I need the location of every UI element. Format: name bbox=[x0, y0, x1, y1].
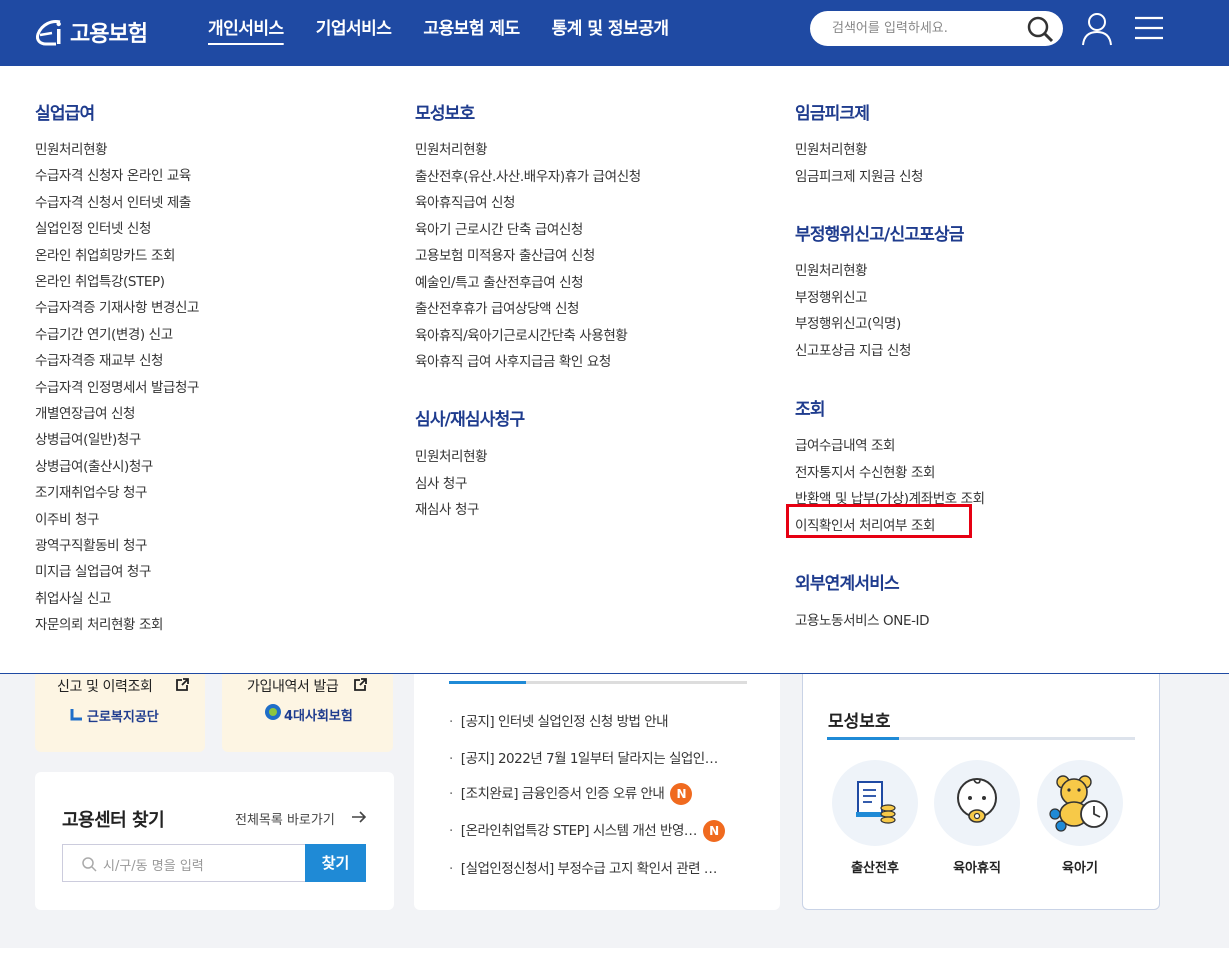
menu-link[interactable]: 실업인정 인터넷 신청 bbox=[35, 217, 151, 237]
menu-link[interactable]: 신고포상금 지급 신청 bbox=[795, 339, 911, 359]
nav-insurance-system[interactable]: 고용보험 제도 bbox=[423, 0, 520, 66]
menu-link[interactable]: 예술인/특고 출산전후급여 신청 bbox=[415, 271, 584, 291]
menu-title-col3c[interactable]: 조회 bbox=[795, 395, 825, 420]
menu-link[interactable]: 수급자격증 기재사항 변경신고 bbox=[35, 296, 199, 316]
notice-item[interactable]: [실업인정신청서] 부정수급 고지 확인서 관련 … bbox=[449, 857, 718, 877]
center-search-field[interactable]: 시/구/동 명을 입력 bbox=[62, 844, 305, 882]
maternity-leave-button[interactable] bbox=[934, 760, 1020, 846]
document-coins-icon bbox=[856, 781, 896, 824]
menu-link[interactable]: 민원처리현황 bbox=[415, 445, 488, 465]
shortcut-label: 가입내역서 발급 bbox=[247, 679, 339, 695]
menu-link[interactable]: 임금피크제 지원금 신청 bbox=[795, 165, 923, 185]
notice-item[interactable]: [공지] 2022년 7월 1일부터 달라지는 실업인… bbox=[449, 747, 718, 767]
menu-link[interactable]: 부정행위신고(익명) bbox=[795, 312, 901, 332]
menu-link[interactable]: 상병급여(일반)청구 bbox=[35, 428, 141, 448]
external-link-icon bbox=[354, 678, 367, 691]
nav-corporate-service[interactable]: 기업서비스 bbox=[316, 0, 392, 66]
hamburger-menu-icon[interactable] bbox=[1135, 15, 1163, 41]
4insure-logo-icon bbox=[265, 704, 281, 720]
menu-link[interactable]: 고용보험 미적용자 출산급여 신청 bbox=[415, 244, 595, 264]
menu-link[interactable]: 미지급 실업급여 청구 bbox=[35, 560, 151, 580]
maternity-title: 모성보호 bbox=[828, 712, 891, 732]
menu-title-col2a[interactable]: 모성보호 bbox=[415, 99, 475, 124]
menu-link[interactable]: 육아기 근로시간 단축 급여신청 bbox=[415, 218, 583, 238]
menu-link[interactable]: 수급자격 인정명세서 발급청구 bbox=[35, 376, 199, 396]
notice-item[interactable]: [조치완료] 금융인증서 인증 오류 안내N bbox=[449, 782, 693, 805]
logo-mark-icon bbox=[36, 20, 61, 46]
menu-link[interactable]: 광역구직활동비 청구 bbox=[35, 534, 147, 554]
baby-face-icon bbox=[957, 778, 997, 823]
all-list-link[interactable]: 전체목록 바로가기 bbox=[235, 809, 335, 828]
menu-link[interactable]: 수급자격 신청자 온라인 교육 bbox=[35, 164, 191, 184]
nav-personal-service[interactable]: 개인서비스 bbox=[208, 0, 284, 66]
menu-title-col2b[interactable]: 심사/재심사청구 bbox=[415, 405, 525, 430]
search-icon[interactable] bbox=[1025, 14, 1055, 44]
menu-link[interactable]: 온라인 취업희망카드 조회 bbox=[35, 244, 175, 264]
header: 고용보험 개인서비스 기업서비스 고용보험 제도 통계 및 정보공개 bbox=[0, 0, 1229, 66]
menu-link[interactable]: 민원처리현황 bbox=[795, 138, 868, 158]
menu-link[interactable]: 자문의뢰 처리현황 조회 bbox=[35, 613, 163, 633]
job-center-card: 고용센터 찾기 전체목록 바로가기 시/구/동 명을 입력 찾기 bbox=[35, 772, 394, 910]
menu-link[interactable]: 전자통지서 수신현황 조회 bbox=[795, 461, 935, 481]
new-badge: N bbox=[670, 783, 693, 805]
comwel-logo-icon bbox=[70, 709, 82, 721]
menu-link[interactable]: 수급기간 연기(변경) 신고 bbox=[35, 323, 173, 343]
nav-statistics[interactable]: 통계 및 정보공개 bbox=[552, 0, 669, 66]
menu-link[interactable]: 조기재취업수당 청구 bbox=[35, 481, 147, 501]
notice-item[interactable]: [온라인취업특강 STEP] 시스템 개선 반영…N bbox=[449, 819, 725, 842]
shortcut-org: 근로복지공단 bbox=[87, 710, 159, 725]
maternity-item-label: 육아휴직 bbox=[953, 861, 1001, 876]
footer-strip bbox=[0, 948, 1229, 963]
maternity-rule-accent bbox=[827, 737, 899, 740]
menu-link[interactable]: 개별연장급여 신청 bbox=[35, 402, 135, 422]
search-box bbox=[810, 11, 1063, 46]
menu-link[interactable]: 출산전후휴가 급여상당액 신청 bbox=[415, 297, 579, 317]
maternity-item-label: 육아기 bbox=[1062, 861, 1098, 876]
global-nav: 개인서비스 기업서비스 고용보험 제도 통계 및 정보공개 bbox=[208, 0, 701, 66]
menu-link[interactable]: 심사 청구 bbox=[415, 472, 467, 492]
menu-link[interactable]: 취업사실 신고 bbox=[35, 587, 111, 607]
menu-title-col3b[interactable]: 부정행위신고/신고포상금 bbox=[795, 220, 964, 245]
maternity-birth-button[interactable] bbox=[832, 760, 918, 846]
menu-link[interactable]: 민원처리현황 bbox=[415, 138, 488, 158]
notice-tab-indicator bbox=[449, 681, 526, 684]
highlight-box bbox=[786, 504, 972, 538]
center-search-placeholder: 시/구/동 명을 입력 bbox=[103, 859, 204, 874]
notice-item[interactable]: [공지] 인터넷 실업인정 신청 방법 안내 bbox=[449, 710, 669, 730]
menu-link[interactable]: 수급자격 신청서 인터넷 제출 bbox=[35, 191, 191, 211]
center-search-button[interactable]: 찾기 bbox=[305, 844, 366, 882]
menu-link[interactable]: 급여수급내역 조회 bbox=[795, 434, 895, 454]
menu-title-col1[interactable]: 실업급여 bbox=[35, 99, 95, 124]
menu-link[interactable]: 이주비 청구 bbox=[35, 508, 99, 528]
maternity-item-label: 출산전후 bbox=[851, 861, 899, 876]
menu-link[interactable]: 재심사 청구 bbox=[415, 498, 479, 518]
external-link-icon bbox=[176, 678, 189, 691]
menu-title-col3a[interactable]: 임금피크제 bbox=[795, 99, 870, 124]
mega-menu: 실업급여 민원처리현황 수급자격 신청자 온라인 교육 수급자격 신청서 인터넷 제출… bbox=[0, 66, 1229, 674]
menu-title-col3d[interactable]: 외부연계서비스 bbox=[795, 569, 900, 594]
teddy-bear-clock-icon bbox=[1049, 775, 1108, 832]
logo[interactable]: 고용보험 bbox=[34, 14, 148, 50]
search-input[interactable] bbox=[832, 11, 1022, 46]
shortcut-org: 4대사회보험 bbox=[284, 709, 353, 724]
menu-link[interactable]: 민원처리현황 bbox=[35, 138, 108, 158]
menu-link[interactable]: 온라인 취업특강(STEP) bbox=[35, 270, 165, 290]
logo-text: 고용보험 bbox=[70, 22, 148, 47]
menu-link[interactable]: 민원처리현황 bbox=[795, 259, 868, 279]
search-icon bbox=[82, 857, 97, 872]
menu-link[interactable]: 육아휴직 급여 사후지급금 확인 요청 bbox=[415, 350, 611, 370]
job-center-title: 고용센터 찾기 bbox=[62, 810, 165, 831]
new-badge: N bbox=[702, 820, 725, 842]
menu-link[interactable]: 수급자격증 재교부 신청 bbox=[35, 349, 163, 369]
shortcut-label: 신고 및 이력조회 bbox=[57, 679, 153, 695]
arrow-right-icon bbox=[352, 811, 367, 823]
menu-link[interactable]: 상병급여(출산시)청구 bbox=[35, 455, 153, 475]
childcare-button[interactable] bbox=[1037, 760, 1123, 846]
menu-link[interactable]: 출산전후(유산.사산.배우자)휴가 급여신청 bbox=[415, 165, 641, 185]
menu-link[interactable]: 고용노동서비스 ONE-ID bbox=[795, 609, 930, 629]
menu-link[interactable]: 부정행위신고 bbox=[795, 286, 868, 306]
menu-link[interactable]: 육아휴직급여 신청 bbox=[415, 191, 515, 211]
menu-link[interactable]: 육아휴직/육아기근로시간단축 사용현황 bbox=[415, 324, 628, 344]
user-icon[interactable] bbox=[1080, 11, 1114, 47]
